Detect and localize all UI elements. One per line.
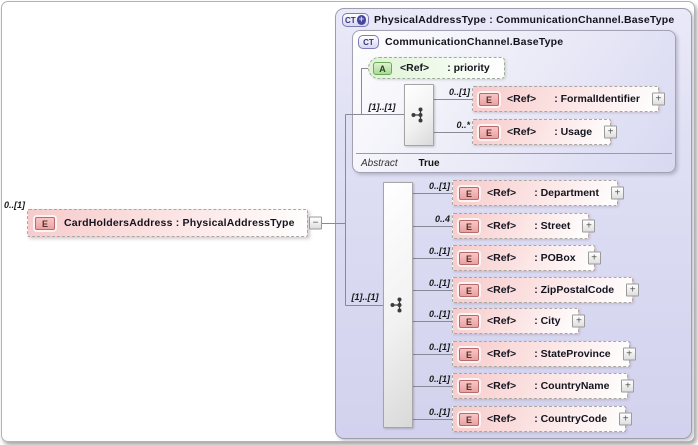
element-ref: <Ref> (487, 413, 517, 425)
collapse-button[interactable]: − (309, 216, 322, 230)
element-icon: E (479, 125, 499, 139)
complex-type-icon: CT (358, 35, 379, 49)
element-icon: E (459, 347, 479, 361)
element-ref: <Ref> (487, 315, 517, 327)
element-node[interactable]: 0..[1] E <Ref> : POBox + (429, 245, 601, 271)
expand-button[interactable]: + (610, 186, 624, 200)
sequence-cardinality-label: [1]..[1] (368, 102, 396, 112)
complex-type-derived-icon: CT + (342, 13, 369, 27)
expand-button[interactable]: + (604, 125, 618, 139)
element-name: : StateProvince (534, 348, 611, 360)
sequence-icon (411, 107, 423, 123)
element-node[interactable]: 0..[1] E <Ref> : City + (429, 308, 586, 334)
plus-circle-icon: + (356, 15, 366, 25)
element-name: : City (534, 315, 561, 327)
element-name: : FormalIdentifier (554, 93, 640, 105)
root-element-label: CardHoldersAddress : PhysicalAddressType (64, 217, 295, 229)
attribute-icon: A (373, 61, 392, 75)
element-icon: E (459, 186, 479, 200)
element-node[interactable]: 0..[1] E <Ref> : CountryCode + (429, 406, 633, 432)
element-icon: E (459, 219, 479, 233)
abstract-label: Abstract (361, 158, 398, 169)
cardinality-label: 0..[1] (428, 407, 450, 417)
element-ref: <Ref> (487, 284, 517, 296)
element-ref: <Ref> (487, 380, 517, 392)
cardinality-label: 0..[1] (428, 278, 450, 288)
cardinality-label: 0..[1] (428, 342, 450, 352)
cardinality-label: 0..4 (434, 214, 450, 224)
element-name: : Street (534, 220, 571, 232)
element-name: : ZipPostalCode (534, 284, 615, 296)
abstract-value: True (418, 158, 440, 169)
element-node[interactable]: 0..[1] E <Ref> : StateProvince + (429, 341, 636, 367)
attribute-ref: <Ref> (400, 62, 430, 74)
cardinality-label: 0..* (456, 120, 470, 130)
expand-button[interactable]: + (651, 92, 665, 106)
element-name: : CountryName (534, 380, 610, 392)
cardinality-label: 0..[1] (428, 374, 450, 384)
schema-diagram-canvas: CT + PhysicalAddressType : Communication… (1, 1, 695, 442)
element-ref: <Ref> (487, 187, 517, 199)
element-name: : Department (534, 187, 599, 199)
element-ref: <Ref> (507, 93, 537, 105)
abstract-row: Abstract True (361, 158, 440, 169)
expand-button[interactable]: + (621, 379, 635, 393)
element-node[interactable]: 0..* E <Ref> : Usage + (456, 119, 618, 145)
expand-button[interactable]: + (622, 347, 636, 361)
element-icon: E (35, 216, 55, 230)
element-icon: E (459, 251, 479, 265)
expand-button[interactable]: + (582, 219, 596, 233)
element-icon: E (459, 379, 479, 393)
element-node[interactable]: 0..[1] E <Ref> : FormalIdentifier + (449, 86, 665, 112)
attribute-name: : priority (447, 62, 490, 74)
abstract-separator (356, 153, 672, 154)
element-name: : Usage (554, 126, 593, 138)
expand-button[interactable]: + (572, 314, 586, 328)
base-type-title: CommunicationChannel.BaseType (385, 36, 564, 48)
element-ref: <Ref> (507, 126, 537, 138)
expand-button[interactable]: + (626, 283, 640, 297)
expand-button[interactable]: + (619, 412, 633, 426)
element-node[interactable]: 0..4 E <Ref> : Street + (435, 213, 596, 239)
element-ref: <Ref> (487, 348, 517, 360)
base-type-header: CT CommunicationChannel.BaseType (358, 35, 563, 49)
cardinality-label: 0..[1] (428, 309, 450, 319)
attribute-node-priority[interactable]: A <Ref> : priority (368, 57, 505, 79)
cardinality-label: 0..[1] (4, 200, 26, 210)
element-icon: E (479, 92, 499, 106)
element-icon: E (459, 314, 479, 328)
cardinality-label: 0..[1] (428, 246, 450, 256)
cardinality-label: 0..[1] (448, 87, 470, 97)
complex-type-title: PhysicalAddressType : CommunicationChann… (374, 14, 675, 26)
root-element-cardholdersaddress[interactable]: 0..[1] E CardHoldersAddress : PhysicalAd… (4, 200, 322, 237)
element-node[interactable]: 0..[1] E <Ref> : CountryName + (429, 373, 635, 399)
sequence-icon (390, 297, 402, 313)
expand-button[interactable]: + (587, 251, 601, 265)
element-icon: E (459, 283, 479, 297)
element-node[interactable]: 0..[1] E <Ref> : Department + (429, 180, 624, 206)
element-name: : CountryCode (534, 413, 608, 425)
sequence-cardinality-label: [1]..[1] (351, 292, 379, 302)
complex-type-header: CT + PhysicalAddressType : Communication… (342, 13, 674, 27)
cardinality-label: 0..[1] (428, 181, 450, 191)
element-icon: E (459, 412, 479, 426)
element-node[interactable]: 0..[1] E <Ref> : ZipPostalCode + (429, 277, 640, 303)
ct-icon-text: CT (345, 15, 356, 25)
element-ref: <Ref> (487, 252, 517, 264)
element-ref: <Ref> (487, 220, 517, 232)
element-name: : POBox (534, 252, 576, 264)
